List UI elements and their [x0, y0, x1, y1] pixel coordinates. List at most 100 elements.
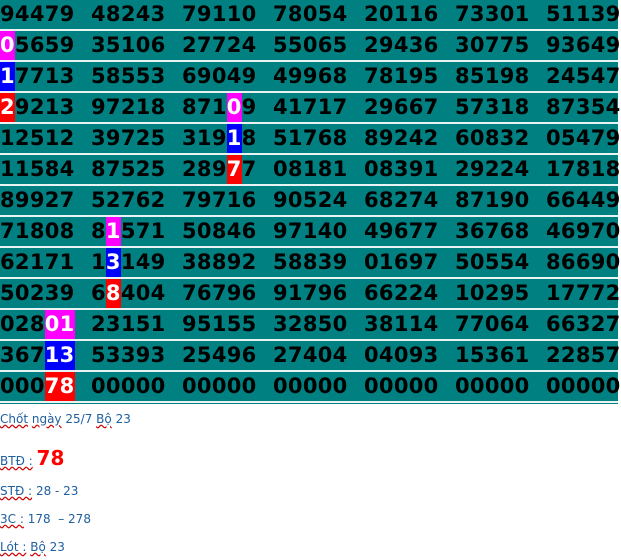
- grid-cell: 20116: [364, 0, 439, 29]
- grid-cell: 51768: [273, 124, 348, 153]
- grid-cell: 13149: [91, 248, 166, 277]
- cell-digits: 32850: [273, 312, 348, 336]
- grid-cell: 35106: [91, 31, 166, 60]
- cell-digits: 00000: [182, 374, 257, 398]
- grid-row: 00078 00000 00000 00000 00000 00000 00000: [0, 372, 620, 403]
- cell-digits: 46970: [546, 219, 621, 243]
- cell-digits: 66224: [364, 281, 439, 305]
- threec-value: 178 – 278: [27, 512, 91, 526]
- grid-cell: 86690: [546, 248, 621, 277]
- cell-digits: 30775: [455, 33, 530, 57]
- cell-digits: 79110: [182, 2, 257, 26]
- grid-cell: 73301: [455, 0, 530, 29]
- grid-cell: 69049: [182, 62, 257, 91]
- cell-digits: 97218: [91, 95, 166, 119]
- grid-cell: 53393: [91, 341, 166, 370]
- grid-cell: 77064: [455, 310, 530, 339]
- cell-digits: 50846: [182, 219, 257, 243]
- grid-cell: 94479: [0, 0, 75, 29]
- grid-cell: 78054: [273, 0, 348, 29]
- cell-digits: 94479: [0, 2, 75, 26]
- cell-digits: 90524: [273, 188, 348, 212]
- grid-cell: 05479: [546, 124, 621, 153]
- grid-cell: 68404: [91, 279, 166, 308]
- grid-cell: 79110: [182, 0, 257, 29]
- cell-digits: 69049: [182, 64, 257, 88]
- cell-digits: 66449: [546, 188, 621, 212]
- grid-cell: 87109: [182, 93, 257, 122]
- grid-cell: 12512: [0, 124, 75, 153]
- cell-digits: 50239: [0, 281, 75, 305]
- grid-cell: 60832: [455, 124, 530, 153]
- highlight-digits: 8: [105, 279, 121, 308]
- cell-digits: 289: [182, 157, 227, 181]
- grid-cell: 01697: [364, 248, 439, 277]
- chot-bo: Bộ: [96, 412, 112, 426]
- cell-digits: 22857: [546, 343, 621, 367]
- cell-digits: 66327: [546, 312, 621, 336]
- grid-cell: 50846: [182, 217, 257, 246]
- cell-digits: 08181: [273, 157, 348, 181]
- highlight-digits: 3: [105, 248, 121, 277]
- grid-cell: 57318: [455, 93, 530, 122]
- cell-digits: 17818: [546, 157, 621, 181]
- grid-cell: 87525: [91, 155, 166, 184]
- cell-digits: 62171: [0, 250, 75, 274]
- grid-cell: 30775: [455, 31, 530, 60]
- cell-digits: 24547: [546, 64, 621, 88]
- chot-prefix: Chốt: [0, 412, 29, 426]
- highlight-digits: 2: [0, 93, 15, 122]
- grid-row: 11584 87525 28977 08181 08391 29224 17818: [0, 155, 621, 186]
- grid-cell: 49677: [364, 217, 439, 246]
- cell-digits: 50554: [455, 250, 530, 274]
- cell-digits: 8: [91, 219, 106, 243]
- cell-digits: 05479: [546, 126, 621, 150]
- grid-row: 89927 52762 79716 90524 68274 87190 66449: [0, 186, 621, 217]
- cell-digits: 29436: [364, 33, 439, 57]
- grid-row: 62171 13149 38892 58839 01697 50554 86690: [0, 248, 621, 279]
- cell-digits: 73301: [455, 2, 530, 26]
- grid-cell: 97218: [91, 93, 166, 122]
- cell-digits-after: 8: [241, 126, 257, 150]
- grid-cell: 29436: [364, 31, 439, 60]
- cell-digits: 51768: [273, 126, 348, 150]
- cell-digits: 35106: [91, 33, 166, 57]
- grid-cell: 81571: [91, 217, 166, 246]
- grid-cell: 00000: [273, 372, 348, 401]
- grid-cell: 91796: [273, 279, 348, 308]
- highlight-digits: 1: [226, 124, 242, 153]
- grid-cell: 48243: [91, 0, 166, 29]
- grid-cell: 08391: [364, 155, 439, 184]
- cell-digits-after: 149: [120, 250, 166, 274]
- grid-cell: 58553: [91, 62, 166, 91]
- grid-cell: 29224: [455, 155, 530, 184]
- grid-row: 50239 68404 76796 91796 66224 10295 17772: [0, 279, 620, 310]
- chot-date: 25/7: [65, 412, 93, 426]
- grid-cell: 85198: [455, 62, 530, 91]
- threec-label: 3C :: [0, 512, 24, 526]
- cell-digits: 319: [182, 126, 227, 150]
- grid-cell: 71808: [0, 217, 75, 246]
- cell-digits: 95155: [182, 312, 257, 336]
- btd-line: BTĐ : 78: [0, 446, 64, 470]
- cell-digits-after: 7713: [14, 64, 75, 88]
- grid-cell: 38892: [182, 248, 257, 277]
- cell-digits: 89927: [0, 188, 75, 212]
- cell-digits: 36768: [455, 219, 530, 243]
- grid-cell: 00000: [364, 372, 439, 401]
- grid-cell: 46970: [546, 217, 621, 246]
- grid-cell: 78195: [364, 62, 439, 91]
- grid-cell: 25496: [182, 341, 257, 370]
- cell-digits: 87190: [455, 188, 530, 212]
- cell-digits: 71808: [0, 219, 75, 243]
- grid-cell: 55065: [273, 31, 348, 60]
- cell-digits: 86690: [546, 250, 621, 274]
- cell-digits: 11584: [0, 157, 75, 181]
- highlight-digits: 0: [226, 93, 242, 122]
- cell-digits: 1: [91, 250, 106, 274]
- cell-digits: 38892: [182, 250, 257, 274]
- highlight-digits: 7: [226, 155, 242, 184]
- highlight-digits: 78: [44, 372, 75, 401]
- cell-digits: 25496: [182, 343, 257, 367]
- cell-digits-after: 5659: [14, 33, 75, 57]
